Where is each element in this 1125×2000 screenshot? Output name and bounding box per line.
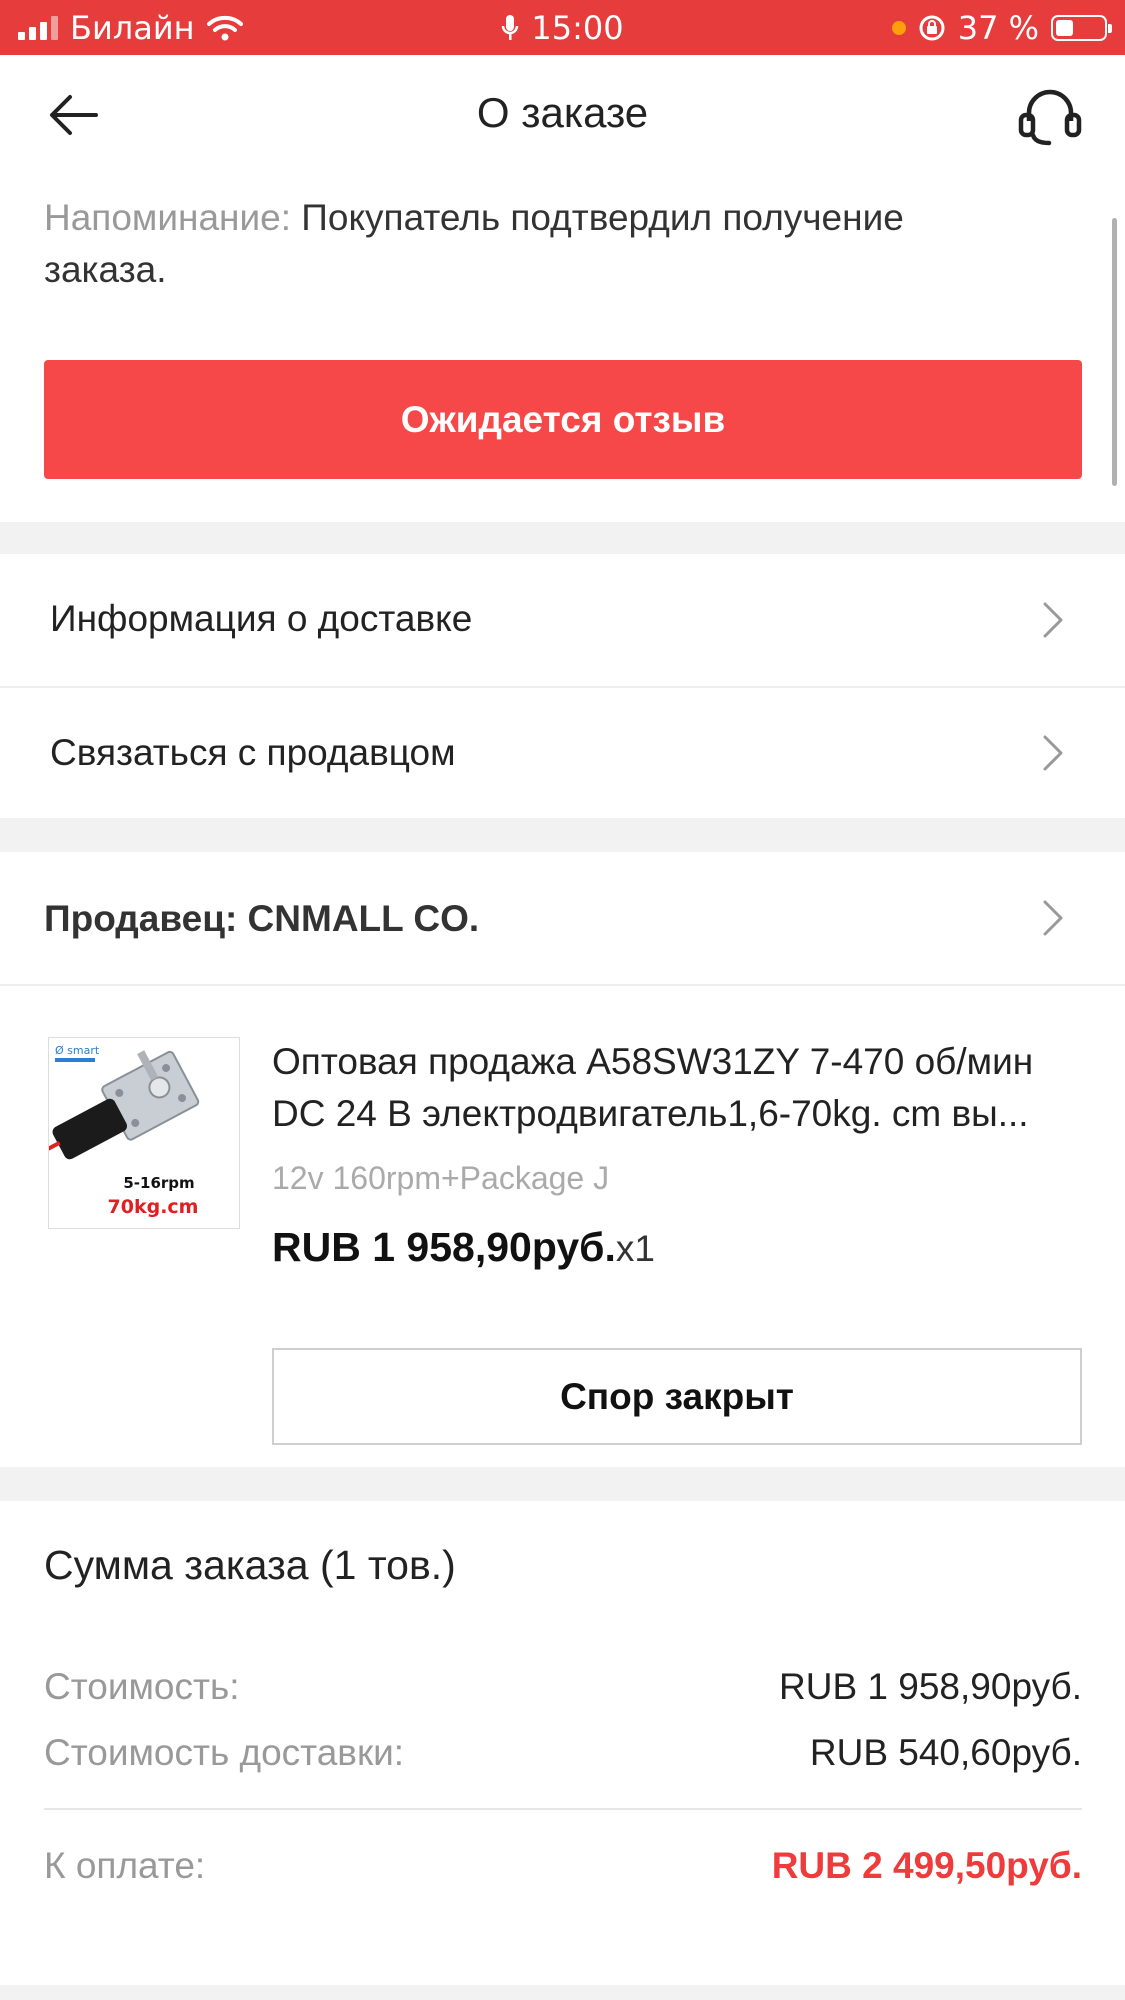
status-bar: Билайн 15:00 37 %	[0, 0, 1125, 55]
shipping-row: Стоимость доставки: RUB 540,60руб.	[44, 1732, 1082, 1774]
delivery-info-row[interactable]: Информация о доставке	[0, 554, 1125, 686]
seller-name: Продавец: CNMALL CO.	[44, 898, 480, 939]
dispute-closed-button[interactable]: Спор закрыт	[272, 1348, 1082, 1445]
gear-motor-image: Ø smart 5-16rpm 70kg.cm	[49, 1038, 239, 1228]
recording-dot-icon	[891, 21, 906, 35]
seller-row[interactable]: Продавец: CNMALL CO.	[0, 852, 1125, 984]
torque-text: 70kg.cm	[108, 1196, 199, 1218]
divider	[44, 1808, 1082, 1810]
contact-seller-label: Связаться с продавцом	[50, 732, 456, 773]
chevron-right-icon	[1043, 602, 1063, 638]
shipping-label: Стоимость доставки:	[44, 1732, 405, 1773]
contact-seller-row[interactable]: Связаться с продавцом	[0, 688, 1125, 818]
cost-value: RUB 1 958,90руб.	[779, 1666, 1082, 1707]
headset-icon[interactable]	[1015, 83, 1085, 147]
chevron-right-icon	[1043, 900, 1063, 936]
section-gap	[0, 818, 1125, 852]
nav-bar: О заказе	[0, 55, 1125, 175]
product-image[interactable]: Ø smart 5-16rpm 70kg.cm	[48, 1037, 240, 1229]
order-summary-title: Сумма заказа (1 тов.)	[44, 1542, 456, 1588]
rpm-text: 5-16rpm	[123, 1174, 194, 1192]
section-gap	[0, 1985, 1125, 2000]
section-gap	[0, 522, 1125, 554]
total-row: К оплате: RUB 2 499,50руб.	[44, 1845, 1082, 1887]
product-price: RUB 1 958,90руб.x1	[272, 1224, 655, 1271]
shipping-value: RUB 540,60руб.	[809, 1732, 1082, 1773]
product-quantity: x1	[615, 1228, 655, 1269]
product-variant: 12v 160rpm+Package J	[272, 1160, 610, 1196]
total-value: RUB 2 499,50руб.	[771, 1845, 1082, 1886]
product-title[interactable]: Оптовая продажа A58SW31ZY 7-470 об/мин D…	[272, 1036, 1082, 1140]
total-label: К оплате:	[44, 1845, 206, 1886]
chevron-right-icon	[1043, 735, 1063, 771]
product-price-value: RUB 1 958,90руб.	[272, 1224, 616, 1270]
awaiting-review-button[interactable]: Ожидается отзыв	[44, 360, 1082, 479]
microphone-icon	[502, 15, 519, 40]
battery-percent: 37 %	[957, 9, 1039, 47]
status-time: 15:00	[531, 9, 624, 47]
brand-logo-text: Ø smart	[55, 1044, 100, 1057]
scrollbar[interactable]	[1112, 218, 1117, 486]
rotation-lock-icon	[919, 15, 945, 41]
page-title: О заказе	[476, 89, 649, 136]
divider	[0, 984, 1125, 986]
delivery-info-label: Информация о доставке	[50, 598, 473, 639]
section-gap	[0, 1467, 1125, 1501]
cost-label: Стоимость:	[44, 1666, 240, 1707]
cost-row: Стоимость: RUB 1 958,90руб.	[44, 1666, 1082, 1708]
reminder-text: Напоминание: Покупатель подтвердил получ…	[44, 192, 1024, 296]
battery-icon	[1051, 15, 1112, 41]
status-right: 37 %	[891, 9, 1112, 47]
reminder-label: Напоминание:	[44, 197, 291, 238]
